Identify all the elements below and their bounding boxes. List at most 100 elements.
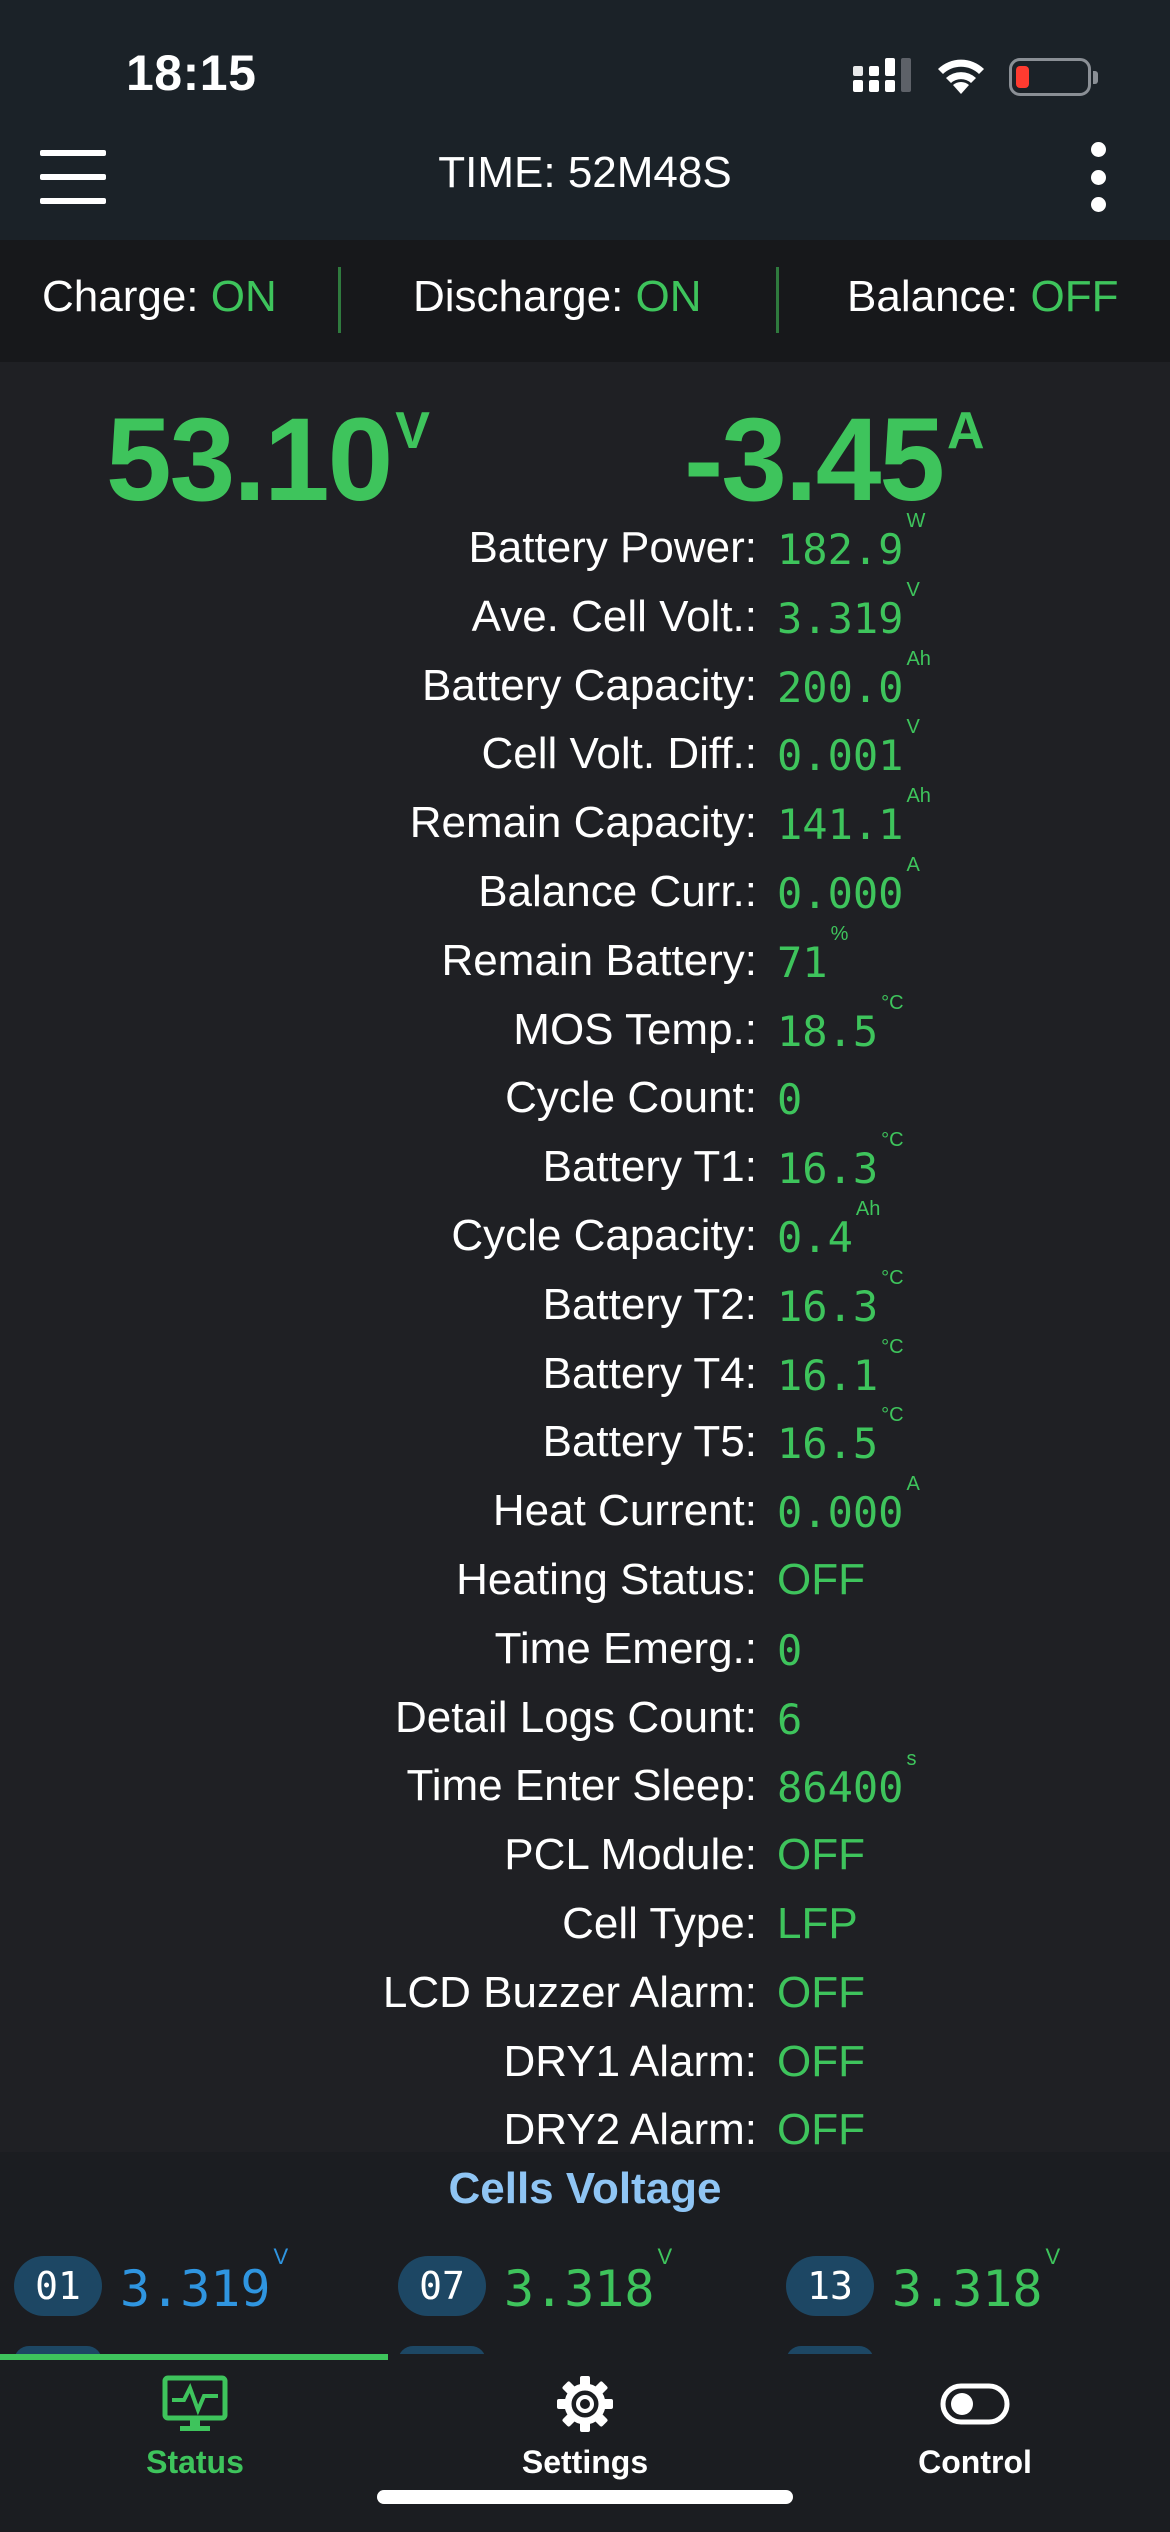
detail-value: 16.1°C [777, 1335, 904, 1400]
detail-label: Battery T2: [542, 1279, 757, 1329]
detail-unit: °C [881, 1266, 904, 1289]
cellular-signal-icon [853, 58, 911, 92]
detail-value: 6 [777, 1694, 803, 1744]
detail-value: 16.3°C [777, 1266, 904, 1331]
detail-value: OFF [777, 1967, 865, 2017]
detail-value: 141.1Ah [777, 785, 931, 850]
detail-unit: Ah [906, 647, 931, 670]
detail-row: Battery Capacity: 200.0Ah [0, 647, 1170, 722]
cells-voltage-title: Cells Voltage [448, 2164, 722, 2213]
tab-status-label: Status [146, 2444, 244, 2480]
detail-value: 71% [777, 922, 849, 987]
detail-row: Ave. Cell Volt.: 3.319V [0, 579, 1170, 653]
detail-unit: °C [881, 991, 904, 1014]
detail-label: Cycle Count: [505, 1073, 757, 1123]
detail-row: Cycle Count: 0 [0, 1065, 1170, 1134]
detail-label: Remain Capacity: [409, 798, 757, 848]
tab-control-label: Control [918, 2444, 1032, 2480]
detail-value: OFF [777, 2036, 865, 2086]
cell-number-badge: 13 [786, 2256, 874, 2316]
toggle-icon [940, 2383, 1010, 2425]
charge-status[interactable]: Charge: ON [42, 272, 277, 322]
cell-number-badge: 07 [398, 2256, 486, 2316]
battery-icon [1009, 58, 1098, 96]
detail-unit: °C [881, 1404, 904, 1427]
detail-value: 182.9W [777, 510, 926, 574]
home-indicator [377, 2490, 793, 2504]
detail-value: 16.5°C [777, 1404, 904, 1469]
detail-row: Battery T4: 16.1°C [0, 1335, 1170, 1410]
total-voltage: 53.10V [106, 394, 430, 526]
detail-row: PCL Module: OFF [0, 1822, 1170, 1891]
detail-value: OFF [777, 1554, 865, 1604]
detail-label: Balance Curr.: [478, 866, 757, 916]
detail-row: Remain Battery: 71% [0, 922, 1170, 997]
detail-row: Time Emerg.: 0 [0, 1616, 1170, 1685]
detail-value: 0.4Ah [777, 1197, 881, 1262]
detail-row: Detail Logs Count: 6 [0, 1685, 1170, 1754]
detail-row: MOS Temp.: 18.5°C [0, 991, 1170, 1066]
monitor-pulse-icon [162, 2375, 228, 2431]
page-title: TIME: 52M48S [438, 148, 732, 197]
detail-label: PCL Module: [504, 1830, 757, 1880]
detail-value: OFF [777, 1830, 865, 1880]
charge-value: ON [210, 272, 277, 321]
more-options-icon[interactable] [1083, 142, 1113, 212]
detail-value: 0.000A [777, 1473, 920, 1538]
detail-row: Battery T1: 16.3°C [0, 1129, 1170, 1203]
detail-value: 200.0Ah [777, 647, 931, 712]
wifi-icon [938, 59, 984, 94]
tab-settings[interactable]: Settings [390, 2374, 780, 2494]
detail-label: MOS Temp.: [513, 1004, 757, 1054]
detail-label: LCD Buzzer Alarm: [382, 1967, 757, 2017]
detail-label: Battery Capacity: [421, 660, 757, 710]
detail-row: LCD Buzzer Alarm: OFF [0, 1960, 1170, 2029]
divider [776, 267, 779, 333]
cells-voltage-panel: Cells Voltage 01 3.319V 07 3.318V 13 3.3… [0, 2152, 1170, 2360]
app-header: 18:15 TIME: 52M48S [0, 0, 1170, 240]
discharge-value: ON [635, 272, 702, 321]
cell-voltage: 3.318V [892, 2244, 1061, 2318]
discharge-status[interactable]: Discharge: ON [413, 272, 702, 322]
detail-label: Cycle Capacity: [451, 1210, 757, 1260]
detail-label: Battery T1: [542, 1142, 757, 1192]
detail-unit: A [906, 853, 920, 876]
cell-number-badge: 01 [14, 2256, 102, 2316]
detail-label: Ave. Cell Volt.: [471, 591, 757, 641]
detail-row: Battery T2: 16.3°C [0, 1266, 1170, 1341]
detail-unit: V [906, 578, 920, 601]
detail-row: Cell Type: LFP [0, 1891, 1170, 1960]
detail-unit: Ah [906, 785, 931, 808]
detail-label: Heat Current: [492, 1486, 757, 1536]
detail-label: Battery T4: [542, 1348, 757, 1398]
detail-value: 86400s [777, 1748, 917, 1813]
detail-unit: °C [881, 1129, 904, 1152]
detail-label: Battery Power: [468, 523, 757, 572]
detail-label: DRY2 Alarm: [503, 2105, 758, 2155]
detail-value: LFP [777, 1898, 858, 1948]
detail-row: Balance Curr.: 0.000A [0, 853, 1170, 928]
detail-unit: A [906, 1473, 920, 1496]
detail-unit: s [906, 1748, 917, 1771]
detail-row: Remain Capacity: 141.1Ah [0, 785, 1170, 859]
cell-voltage: 3.318V [504, 2244, 673, 2318]
cell-voltage: 3.319V [120, 2244, 289, 2318]
detail-value: 0.000A [777, 853, 920, 918]
divider [338, 267, 341, 333]
detail-value: 0 [777, 1625, 803, 1675]
detail-value: 0.001V [777, 716, 920, 781]
detail-value: 18.5°C [777, 991, 904, 1056]
active-tab-indicator [0, 2354, 388, 2360]
balance-status[interactable]: Balance: OFF [847, 272, 1118, 322]
detail-label: Heating Status: [456, 1554, 757, 1604]
tab-control[interactable]: Control [780, 2374, 1170, 2494]
detail-value: 0 [777, 1075, 803, 1125]
detail-value: 16.3°C [777, 1129, 904, 1194]
detail-row: Cell Volt. Diff.: 0.001V [0, 716, 1170, 790]
detail-row: Time Enter Sleep: 86400s [0, 1748, 1170, 1822]
detail-unit: W [906, 510, 926, 532]
detail-label: DRY1 Alarm: [503, 2036, 758, 2086]
battery-details-list: Battery Power: 182.9W Ave. Cell Volt.: 3.31… [0, 510, 1170, 2166]
detail-label: Cell Type: [562, 1898, 757, 1948]
tab-status[interactable]: Status [0, 2374, 390, 2494]
